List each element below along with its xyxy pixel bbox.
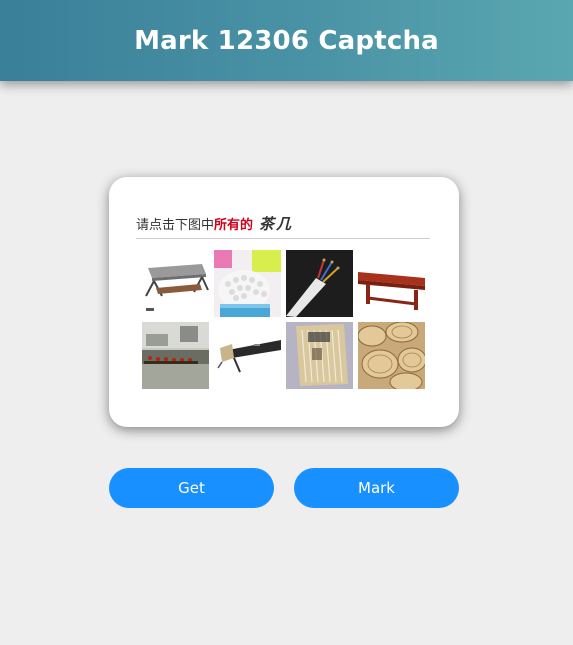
page-title: Mark 12306 Captcha [134,25,439,56]
captcha-image-wrapped-cotton-swabs[interactable] [286,322,353,389]
captcha-image-bamboo-steamers[interactable] [358,322,425,389]
captcha-image-cotton-swabs-bundle[interactable] [214,250,281,317]
app-header: Mark 12306 Captcha [0,0,573,81]
captcha-card: 请点击下图中 所有的 茶几 [109,177,459,427]
captcha-image-grid [142,250,426,389]
get-button[interactable]: Get [109,468,274,508]
captcha-prompt: 请点击下图中 所有的 茶几 [136,211,430,239]
captcha-image-hair-clipper[interactable] [214,322,281,389]
captcha-image-red-bench[interactable] [358,250,425,317]
captcha-image-electrical-wires[interactable] [286,250,353,317]
mark-button[interactable]: Mark [294,468,459,508]
captcha-image-dragon-boat[interactable] [142,322,209,389]
prompt-target: 茶几 [259,215,294,233]
prompt-highlight: 所有的 [214,218,254,233]
prompt-prefix: 请点击下图中 [136,218,215,233]
captcha-image-coffee-table[interactable] [142,250,209,317]
